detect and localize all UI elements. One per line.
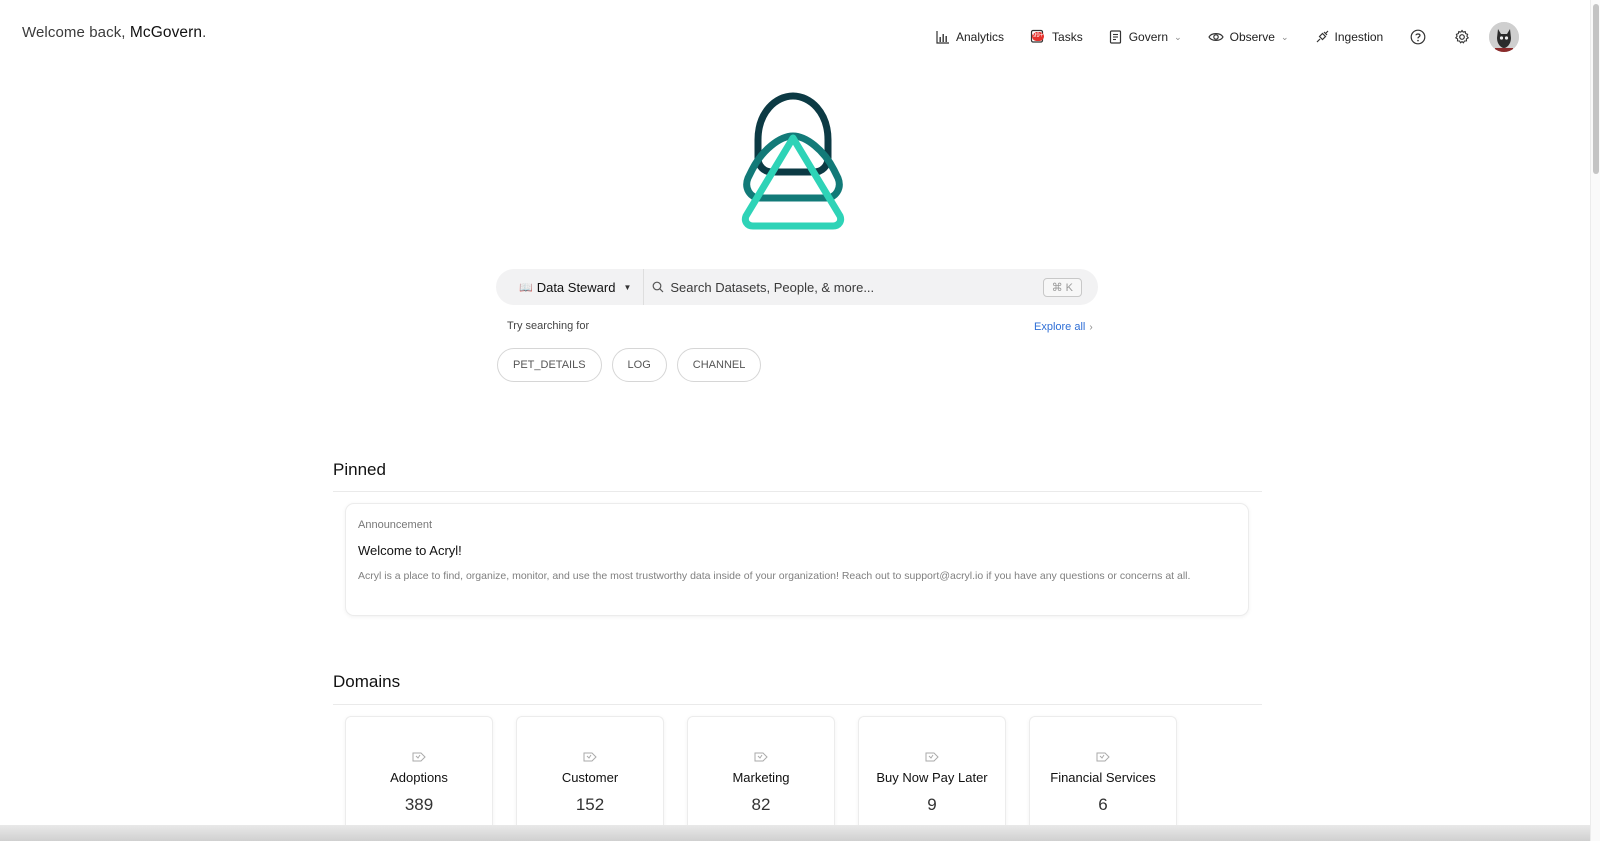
chevron-down-icon: ⌄	[1280, 31, 1289, 42]
tasks-badge: 99+	[1032, 32, 1045, 41]
nav-govern-label: Govern	[1128, 30, 1169, 44]
domain-icon	[583, 752, 597, 762]
domain-card[interactable]: Customer 152	[516, 716, 664, 841]
pinned-section-title: Pinned	[333, 460, 386, 479]
eye-icon	[1207, 33, 1224, 41]
avatar[interactable]	[1489, 22, 1520, 52]
domain-name: Buy Now Pay Later	[876, 770, 988, 785]
chevron-down-icon: ⌄	[1174, 31, 1182, 42]
chevron-right-icon: ›	[1089, 322, 1093, 333]
nav-tasks[interactable]: 99+ Tasks	[1024, 21, 1089, 53]
announcement-title: Welcome to Acryl!	[358, 543, 462, 558]
scrollbar-thumb[interactable]	[1593, 4, 1599, 174]
window-bottom-edge	[0, 825, 1600, 841]
domain-card[interactable]: Financial Services 6	[1029, 716, 1177, 841]
nav-analytics-label: Analytics	[956, 30, 1005, 44]
welcome-prefix: Welcome back,	[22, 24, 126, 41]
help-icon	[1410, 29, 1426, 45]
domain-card[interactable]: Adoptions 389	[345, 716, 493, 841]
domain-name: Marketing	[732, 770, 790, 785]
domain-icon	[412, 752, 426, 762]
search-bar: 📖 Data Steward ▼ ⌘ K	[496, 269, 1098, 305]
pinned-divider	[333, 491, 1262, 492]
plug-icon	[1316, 30, 1328, 43]
domain-list: Adoptions 389 Customer 152 Marketing 82 …	[345, 716, 1177, 841]
domains-divider	[333, 704, 1262, 705]
suggestion-chip[interactable]: PET_DETAILS	[497, 348, 602, 382]
nav-observe-label: Observe	[1229, 30, 1275, 44]
domain-icon	[1096, 752, 1110, 762]
announcement-card: Announcement Welcome to Acryl! Acryl is …	[345, 503, 1249, 616]
user-avatar-icon	[1489, 22, 1520, 52]
nav-govern[interactable]: Govern ⌄	[1103, 21, 1188, 53]
nav-ingestion[interactable]: Ingestion	[1309, 21, 1390, 53]
search-suggestions: PET_DETAILS LOG CHANNEL	[497, 348, 762, 382]
domain-count: 152	[575, 795, 605, 814]
announcement-label: Announcement	[358, 519, 432, 531]
domain-name: Adoptions	[390, 770, 448, 785]
search-field: ⌘ K	[644, 277, 1098, 297]
nav-ingestion-label: Ingestion	[1334, 30, 1384, 44]
welcome-message: Welcome back, McGovern.	[22, 24, 206, 42]
govern-icon	[1109, 30, 1121, 44]
tasks-icon: 99+	[1030, 29, 1046, 45]
gear-icon	[1455, 29, 1470, 44]
domain-name: Financial Services	[1050, 770, 1156, 785]
user-name: McGovern	[129, 24, 203, 41]
explore-all-label: Explore all	[1034, 321, 1086, 333]
settings-button[interactable]	[1447, 22, 1477, 52]
book-icon: 📖	[519, 281, 533, 294]
domains-section-title: Domains	[333, 672, 401, 691]
suggestion-chip[interactable]: LOG	[611, 348, 667, 382]
nav-analytics[interactable]: Analytics	[930, 21, 1010, 53]
suggestion-chip[interactable]: CHANNEL	[676, 348, 762, 382]
help-button[interactable]	[1403, 22, 1433, 52]
search-input[interactable]	[670, 279, 1031, 295]
caret-down-icon: ▼	[623, 282, 632, 292]
try-searching-label: Try searching for	[507, 320, 590, 332]
domain-icon	[925, 752, 939, 762]
bar-chart-icon	[936, 31, 949, 44]
domain-count: 6	[1098, 795, 1108, 814]
domain-count: 389	[404, 795, 434, 814]
domain-count: 9	[927, 795, 937, 814]
acryl-logo	[728, 88, 858, 233]
announcement-body: Acryl is a place to find, organize, moni…	[358, 570, 1191, 582]
domain-count: 82	[751, 795, 771, 814]
vertical-scrollbar[interactable]	[1590, 0, 1600, 841]
nav-tasks-label: Tasks	[1052, 30, 1083, 44]
welcome-suffix: .	[202, 24, 207, 41]
explore-all-link[interactable]: Explore all ›	[1034, 321, 1093, 333]
domain-icon	[754, 752, 768, 762]
search-icon	[652, 281, 664, 293]
domain-name: Customer	[561, 770, 619, 785]
nav-observe[interactable]: Observe ⌄	[1202, 21, 1295, 53]
keyboard-shortcut-hint: ⌘ K	[1042, 277, 1082, 297]
top-nav: Analytics 99+ Tasks Govern ⌄ Observe ⌄ I…	[930, 21, 1520, 53]
role-selector[interactable]: 📖 Data Steward ▼	[496, 269, 645, 305]
role-label: Data Steward	[536, 279, 616, 295]
domain-card[interactable]: Buy Now Pay Later 9	[858, 716, 1006, 841]
domain-card[interactable]: Marketing 82	[687, 716, 835, 841]
